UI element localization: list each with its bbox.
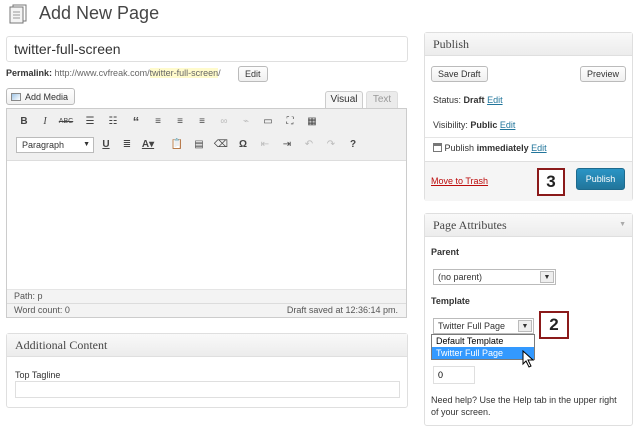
content-editor: B I ABC ☰ ☷ “ ≡ ≡ ≡ ∞ ⌁ ▭ ⛶ ▦ Paragraph ▼… xyxy=(6,108,407,318)
media-icon xyxy=(11,93,21,101)
template-select-value: Twitter Full Page xyxy=(438,321,506,331)
editor-status-bar: Word count: 0 Draft saved at 12:36:14 pm… xyxy=(7,303,406,317)
italic-icon[interactable]: I xyxy=(37,114,53,130)
outdent-icon[interactable]: ⇤ xyxy=(257,137,273,153)
status-edit-link[interactable]: Edit xyxy=(487,95,503,105)
permalink-slug[interactable]: twitter-full-screen xyxy=(149,68,219,78)
publish-button[interactable]: Publish xyxy=(576,168,625,190)
parent-select[interactable]: (no parent) ▼ xyxy=(433,269,556,285)
save-draft-button[interactable]: Save Draft xyxy=(431,66,488,82)
status-label: Status: xyxy=(433,95,462,105)
add-media-button[interactable]: Add Media xyxy=(6,88,76,105)
schedule-label: Publish xyxy=(444,143,475,153)
template-option-twitter-full-page[interactable]: Twitter Full Page xyxy=(432,347,534,359)
paste-word-icon[interactable]: ▤ xyxy=(191,137,207,153)
template-option-default[interactable]: Default Template xyxy=(432,335,534,347)
unlink-icon[interactable]: ⌁ xyxy=(238,114,254,130)
permalink-tail: / xyxy=(218,68,221,78)
editor-toolbar: B I ABC ☰ ☷ “ ≡ ≡ ≡ ∞ ⌁ ▭ ⛶ ▦ Paragraph ▼… xyxy=(7,109,406,161)
template-label: Template xyxy=(431,296,470,306)
special-char-icon[interactable]: Ω xyxy=(235,137,251,153)
title-input[interactable] xyxy=(6,36,408,62)
status-row: Status: Draft Edit xyxy=(433,95,503,105)
move-to-trash-link[interactable]: Move to Trash xyxy=(431,176,488,186)
bullet-list-icon[interactable]: ☰ xyxy=(82,114,98,130)
page-attributes-title[interactable]: Page Attributes ▼ xyxy=(425,214,632,237)
format-select[interactable]: Paragraph ▼ xyxy=(16,137,94,153)
toggle-arrow-icon[interactable]: ▼ xyxy=(619,214,626,236)
editor-path: Path: p xyxy=(7,289,406,303)
order-input[interactable] xyxy=(433,366,475,384)
preview-button[interactable]: Preview xyxy=(579,66,626,82)
parent-select-value: (no parent) xyxy=(438,272,483,282)
help-text: Need help? Use the Help tab in the upper… xyxy=(431,395,617,417)
blockquote-icon[interactable]: “ xyxy=(128,114,144,130)
visibility-edit-link[interactable]: Edit xyxy=(500,120,516,130)
page-attributes-title-text: Page Attributes xyxy=(433,218,507,232)
page-title: Add New Page xyxy=(39,3,160,23)
parent-label: Parent xyxy=(431,247,460,257)
additional-content-title[interactable]: Additional Content xyxy=(7,334,407,357)
underline-icon[interactable]: U xyxy=(98,137,114,153)
schedule-value: immediately xyxy=(476,143,529,153)
status-value: Draft xyxy=(463,95,485,105)
clear-formatting-icon[interactable]: ⌫ xyxy=(213,137,229,153)
schedule-row: Publish immediately Edit xyxy=(433,143,547,153)
justify-icon[interactable]: ≣ xyxy=(119,137,135,153)
callout-badge-2: 2 xyxy=(539,311,569,339)
more-tag-icon[interactable]: ▭ xyxy=(260,114,276,130)
add-media-label: Add Media xyxy=(25,92,69,102)
mouse-cursor-icon xyxy=(522,350,535,368)
divider xyxy=(425,137,632,138)
numbered-list-icon[interactable]: ☷ xyxy=(105,114,121,130)
visibility-label: Visibility: xyxy=(433,120,468,130)
chevron-down-icon: ▼ xyxy=(518,320,532,332)
permalink-label: Permalink: xyxy=(6,68,53,78)
tab-text[interactable]: Text xyxy=(366,91,398,108)
paste-text-icon[interactable]: 📋 xyxy=(169,137,185,153)
link-icon[interactable]: ∞ xyxy=(216,114,232,130)
permalink-edit-button[interactable]: Edit xyxy=(238,66,268,82)
tab-visual[interactable]: Visual xyxy=(325,91,363,108)
bold-icon[interactable]: B xyxy=(16,114,32,130)
draft-saved-status: Draft saved at 12:36:14 pm. xyxy=(286,305,398,315)
publish-actions: Move to Trash 3 Publish xyxy=(425,161,632,201)
visibility-row: Visibility: Public Edit xyxy=(433,120,515,130)
kitchen-sink-icon[interactable]: ▦ xyxy=(304,114,320,130)
additional-content-box: Additional Content Top Tagline xyxy=(6,333,408,408)
template-select[interactable]: Twitter Full Page ▼ xyxy=(433,318,534,334)
align-left-icon[interactable]: ≡ xyxy=(150,114,166,130)
publish-box: Publish Save Draft Preview Status: Draft… xyxy=(424,32,633,201)
editor-content-area[interactable] xyxy=(7,162,406,288)
permalink: Permalink: http://www.cvfreak.com/twitte… xyxy=(6,68,221,78)
template-dropdown-list: Default Template Twitter Full Page xyxy=(431,334,535,360)
calendar-icon xyxy=(433,143,442,152)
chevron-down-icon: ▼ xyxy=(83,141,90,148)
word-count: Word count: 0 xyxy=(14,305,70,315)
redo-icon[interactable]: ↷ xyxy=(323,137,339,153)
format-select-value: Paragraph xyxy=(22,140,65,150)
help-icon[interactable]: ? xyxy=(345,137,361,153)
page-attributes-box: Page Attributes ▼ Parent (no parent) ▼ Te… xyxy=(424,213,633,426)
permalink-base: http://www.cvfreak.com/ xyxy=(54,68,150,78)
strikethrough-icon[interactable]: ABC xyxy=(58,114,74,130)
schedule-edit-link[interactable]: Edit xyxy=(531,143,547,153)
fullscreen-icon[interactable]: ⛶ xyxy=(282,114,298,130)
align-right-icon[interactable]: ≡ xyxy=(194,114,210,130)
pages-icon xyxy=(9,4,27,24)
visibility-value: Public xyxy=(470,120,498,130)
text-color-icon[interactable]: A▾ xyxy=(140,137,156,153)
callout-badge-3: 3 xyxy=(537,168,565,196)
top-tagline-label: Top Tagline xyxy=(15,370,61,380)
align-center-icon[interactable]: ≡ xyxy=(172,114,188,130)
chevron-down-icon: ▼ xyxy=(540,271,554,283)
undo-icon[interactable]: ↶ xyxy=(301,137,317,153)
top-tagline-input[interactable] xyxy=(15,381,400,398)
indent-icon[interactable]: ⇥ xyxy=(279,137,295,153)
publish-box-title[interactable]: Publish xyxy=(425,33,632,56)
